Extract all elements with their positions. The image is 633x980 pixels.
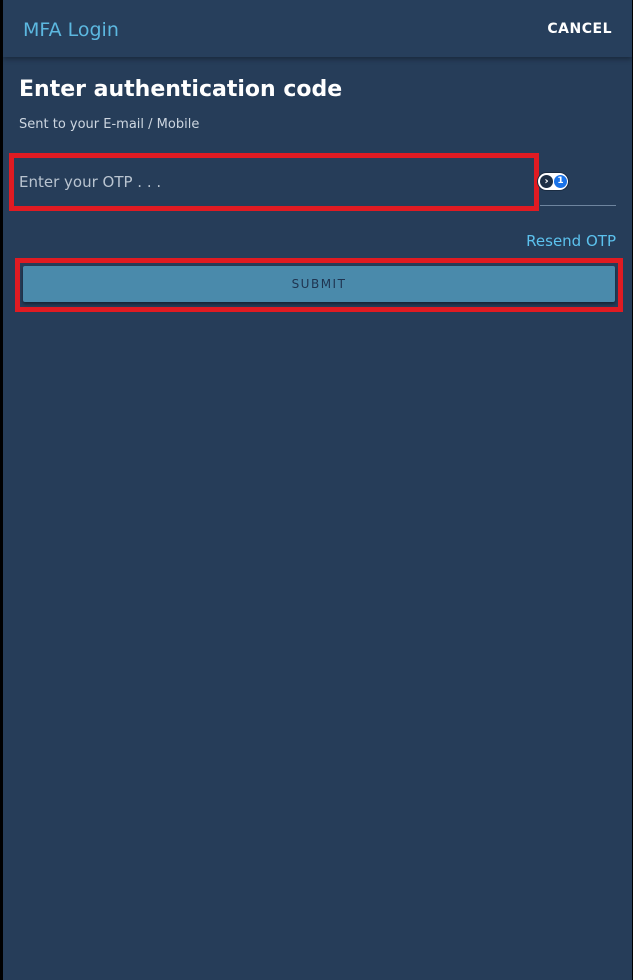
resend-otp-link[interactable]: Resend OTP bbox=[526, 231, 616, 251]
page-title: Enter authentication code bbox=[19, 77, 343, 102]
otp-input[interactable] bbox=[19, 168, 519, 196]
password-manager-icon: 1 bbox=[554, 175, 567, 188]
mfa-login-screen: MFA Login CANCEL Enter authentication co… bbox=[3, 0, 632, 980]
sent-to-hint: Sent to your E-mail / Mobile bbox=[19, 117, 200, 132]
app-header: MFA Login CANCEL bbox=[3, 0, 632, 57]
cancel-button[interactable]: CANCEL bbox=[547, 20, 612, 38]
otp-field-underline bbox=[540, 205, 616, 206]
submit-button[interactable]: SUBMIT bbox=[23, 266, 615, 302]
chevron-right-icon: › bbox=[540, 175, 553, 188]
password-manager-badge[interactable]: › 1 bbox=[538, 173, 568, 190]
header-title: MFA Login bbox=[23, 19, 119, 41]
